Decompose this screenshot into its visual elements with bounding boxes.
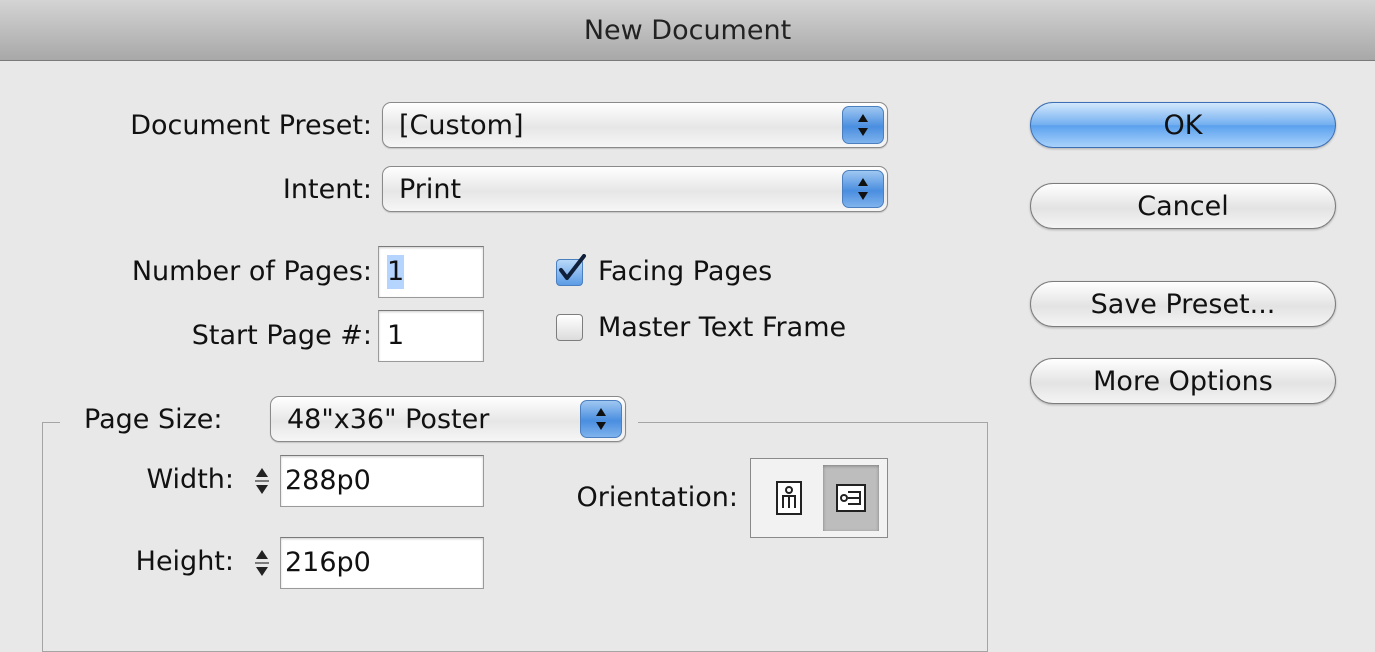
start-page-field[interactable]: 1 <box>378 310 484 362</box>
width-field[interactable]: 288p0 <box>280 455 484 507</box>
width-value: 288p0 <box>285 465 371 496</box>
facing-pages-label: Facing Pages <box>598 256 773 287</box>
intent-value: Print <box>399 174 462 205</box>
width-label: Width: <box>146 464 234 495</box>
up-down-arrows-icon <box>842 170 884 208</box>
start-page-value: 1 <box>387 320 405 351</box>
orientation-toggle-group <box>750 458 888 538</box>
dialog-title: New Document <box>583 14 792 46</box>
page-size-label: Page Size: <box>84 404 223 435</box>
master-text-frame-checkbox[interactable] <box>556 314 583 341</box>
cancel-button[interactable]: Cancel <box>1030 183 1336 229</box>
landscape-orientation-button[interactable] <box>823 465 879 531</box>
number-of-pages-value: 1 <box>387 255 405 289</box>
intent-popup[interactable]: Print <box>382 166 888 212</box>
up-down-arrows-icon <box>842 106 884 144</box>
document-preset-value: [Custom] <box>399 110 524 141</box>
number-of-pages-field[interactable]: 1 <box>378 246 484 298</box>
number-of-pages-label: Number of Pages: <box>131 256 372 287</box>
facing-pages-checkbox[interactable] <box>556 254 586 286</box>
page-size-value: 48"x36" Poster <box>287 404 490 435</box>
master-text-frame-label: Master Text Frame <box>598 312 847 343</box>
intent-label: Intent: <box>282 174 372 205</box>
portrait-orientation-icon <box>776 481 802 515</box>
ok-button[interactable]: OK <box>1030 102 1336 148</box>
more-options-button[interactable]: More Options <box>1030 358 1336 404</box>
checkmark-icon <box>559 254 586 280</box>
document-preset-popup[interactable]: [Custom] <box>382 102 888 148</box>
page-size-popup[interactable]: 48"x36" Poster <box>270 396 626 442</box>
orientation-label: Orientation: <box>576 482 738 513</box>
up-down-arrows-icon <box>580 400 622 438</box>
height-field[interactable]: 216p0 <box>280 537 484 589</box>
portrait-orientation-button[interactable] <box>761 465 817 531</box>
document-preset-label: Document Preset: <box>130 110 372 141</box>
height-value: 216p0 <box>285 547 371 578</box>
dialog-title-bar: New Document <box>0 0 1375 61</box>
landscape-orientation-icon <box>836 484 866 512</box>
save-preset-button[interactable]: Save Preset... <box>1030 281 1336 327</box>
height-stepper-icon[interactable] <box>246 537 278 589</box>
height-label: Height: <box>135 546 234 577</box>
start-page-label: Start Page #: <box>191 320 372 351</box>
width-stepper-icon[interactable] <box>246 455 278 507</box>
